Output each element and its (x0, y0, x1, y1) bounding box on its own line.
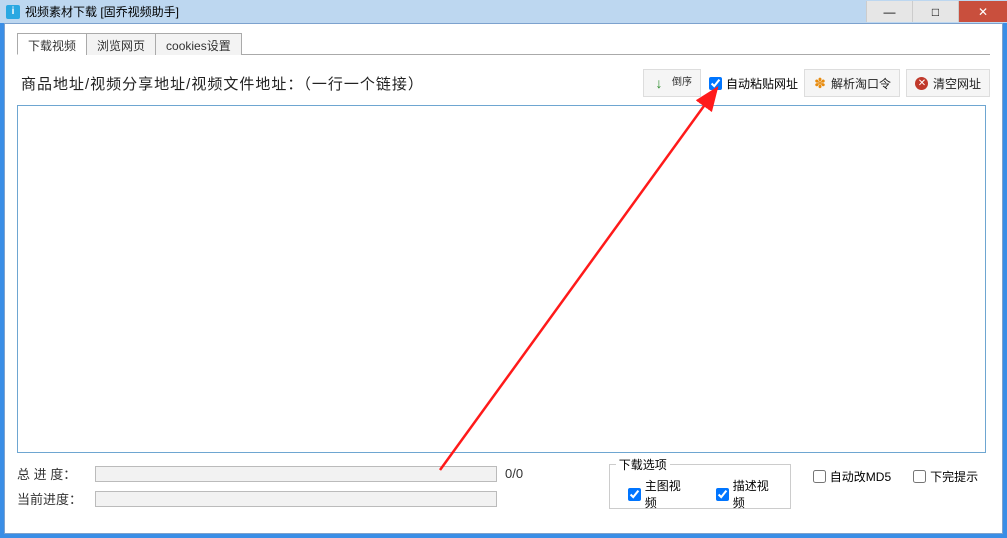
done-tip-label: 下完提示 (930, 468, 978, 485)
auto-md5-label: 自动改MD5 (830, 468, 891, 485)
gear-icon: ✽ (813, 76, 827, 90)
desc-video-input[interactable] (716, 488, 729, 501)
auto-md5-checkbox[interactable]: 自动改MD5 (813, 468, 891, 485)
url-textarea[interactable] (17, 105, 986, 453)
current-progress-label: 当前进度： (17, 489, 85, 508)
clear-button[interactable]: ✕ 清空网址 (906, 69, 990, 97)
download-panel: 商品地址/视频分享地址/视频文件地址：（一行一个链接） ↓ 倒序 自动粘贴网址 … (17, 55, 990, 456)
auto-paste-checkbox[interactable]: 自动粘贴网址 (709, 75, 798, 92)
close-button[interactable]: ✕ (958, 1, 1007, 22)
total-progress-text: 0/0 (505, 466, 523, 481)
progress-section: 总 进 度： 0/0 当前进度： (17, 464, 601, 514)
parse-button[interactable]: ✽ 解析淘口令 (804, 69, 900, 97)
download-options-group: 下载选项 主图视频 描述视频 (609, 464, 791, 509)
maximize-button[interactable]: □ (912, 1, 958, 22)
auto-paste-label: 自动粘贴网址 (726, 75, 798, 92)
titlebar: i 视频素材下载 [固乔视频助手] — □ ✕ (0, 0, 1007, 23)
down-arrow-icon: ↓ (652, 76, 666, 90)
tab-download[interactable]: 下载视频 (17, 33, 87, 55)
window-title: 视频素材下载 [固乔视频助手] (25, 3, 179, 20)
toolbar-row: 商品地址/视频分享地址/视频文件地址：（一行一个链接） ↓ 倒序 自动粘贴网址 … (17, 61, 990, 105)
auto-paste-input[interactable] (709, 77, 722, 90)
reverse-button[interactable]: ↓ 倒序 (643, 69, 701, 97)
app-window: i 视频素材下载 [固乔视频助手] — □ ✕ 下载视频 浏览网页 cookie… (0, 0, 1007, 538)
right-options: 自动改MD5 下完提示 (805, 464, 978, 485)
desc-video-label: 描述视频 (733, 477, 780, 511)
window-controls: — □ ✕ (866, 1, 1007, 22)
clear-icon: ✕ (915, 76, 929, 90)
minimize-button[interactable]: — (866, 1, 912, 22)
main-video-label: 主图视频 (645, 477, 692, 511)
tabs: 下载视频 浏览网页 cookies设置 (17, 32, 990, 55)
bottom-row: 总 进 度： 0/0 当前进度： 下载选项 主图视频 (17, 464, 990, 514)
main-video-checkbox[interactable]: 主图视频 (628, 477, 692, 511)
address-label: 商品地址/视频分享地址/视频文件地址：（一行一个链接） (21, 73, 424, 94)
reverse-button-label: 倒序 (672, 78, 692, 88)
clear-button-label: 清空网址 (933, 75, 981, 92)
desc-video-checkbox[interactable]: 描述视频 (716, 477, 780, 511)
main-video-input[interactable] (628, 488, 641, 501)
done-tip-checkbox[interactable]: 下完提示 (913, 468, 978, 485)
total-progress-bar (95, 466, 497, 482)
total-progress-label: 总 进 度： (17, 464, 85, 483)
download-options-legend: 下载选项 (616, 456, 670, 473)
current-progress-bar (95, 491, 497, 507)
auto-md5-input[interactable] (813, 470, 826, 483)
tab-browse[interactable]: 浏览网页 (86, 33, 156, 55)
app-icon: i (6, 5, 20, 19)
client-area: 下载视频 浏览网页 cookies设置 商品地址/视频分享地址/视频文件地址：（… (4, 23, 1003, 534)
tab-cookies[interactable]: cookies设置 (155, 33, 242, 55)
done-tip-input[interactable] (913, 470, 926, 483)
parse-button-label: 解析淘口令 (831, 75, 891, 92)
